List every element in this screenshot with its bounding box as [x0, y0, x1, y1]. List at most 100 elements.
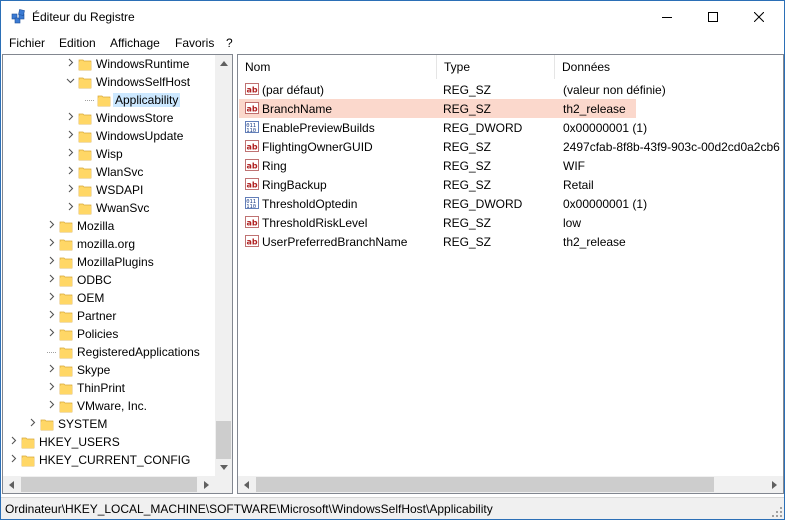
folder-icon [59, 363, 73, 377]
value-row[interactable]: ab RingBackup REG_SZ Retail [239, 175, 779, 194]
tree-hscroll-thumb[interactable] [21, 477, 197, 492]
expand-chevron-icon[interactable] [46, 382, 56, 394]
expand-chevron-icon[interactable] [65, 166, 75, 178]
menu-affichage[interactable]: Affichage [110, 36, 160, 50]
value-name-cell: RingBackup [262, 178, 327, 192]
folder-icon [59, 219, 73, 233]
tree-vscroll-thumb[interactable] [216, 421, 231, 459]
folder-icon [21, 453, 35, 467]
expand-chevron-icon[interactable] [46, 274, 56, 286]
value-row[interactable]: 011 110 ThresholdOptedin REG_DWORD 0x0000000… [239, 194, 779, 213]
expand-chevron-icon[interactable] [46, 400, 56, 412]
title-bar[interactable]: Éditeur du Registre [1, 1, 784, 32]
expand-chevron-icon[interactable] [46, 238, 56, 250]
expand-chevron-icon[interactable] [65, 184, 75, 196]
tree-item-label: WindowsRuntime [96, 57, 190, 71]
expand-chevron-icon[interactable] [8, 454, 18, 466]
tree-item-system[interactable]: SYSTEM [3, 415, 216, 433]
tree-item-mozilla[interactable]: Mozilla [3, 217, 216, 235]
value-name-cell: FlightingOwnerGUID [262, 140, 373, 154]
values-hscroll-thumb[interactable] [256, 477, 714, 492]
minimize-button[interactable] [644, 1, 690, 32]
folder-icon [59, 399, 73, 413]
expand-chevron-icon[interactable] [65, 130, 75, 142]
value-row[interactable]: ab ThresholdRiskLevel REG_SZ low [239, 213, 779, 232]
tree-item-label: WindowsUpdate [96, 129, 184, 143]
menu-fichier[interactable]: Fichier [9, 36, 45, 50]
column-header-type[interactable]: Type [437, 55, 555, 79]
scroll-right-arrow-icon[interactable] [198, 476, 215, 493]
menu-favoris[interactable]: Favoris [175, 36, 214, 50]
scroll-down-arrow-icon[interactable] [215, 459, 232, 476]
tree-horizontal-scrollbar[interactable] [3, 476, 215, 493]
tree-item-label: HKEY_USERS [39, 435, 120, 449]
scroll-up-arrow-icon[interactable] [215, 55, 232, 72]
folder-icon [59, 255, 73, 269]
value-row[interactable]: ab BranchName REG_SZ th2_release [239, 99, 636, 118]
value-type-cell: REG_SZ [443, 235, 492, 249]
expand-chevron-icon[interactable] [46, 364, 56, 376]
tree-item-wisp[interactable]: Wisp [3, 145, 216, 163]
tree-item-policies[interactable]: Policies [3, 325, 216, 343]
menu-help[interactable]: ? [226, 36, 233, 50]
expand-chevron-icon[interactable] [27, 418, 37, 430]
expand-chevron-icon[interactable] [65, 202, 75, 214]
maximize-button[interactable] [690, 1, 736, 32]
value-data-cell: Retail [563, 178, 594, 192]
tree-item-hkey-users[interactable]: HKEY_USERS [3, 433, 216, 451]
tree-item-hkey-current-config[interactable]: HKEY_CURRENT_CONFIG [3, 451, 216, 469]
svg-text:ab: ab [247, 219, 258, 228]
tree-item-mozillaplugins[interactable]: MozillaPlugins [3, 253, 216, 271]
value-row[interactable]: ab (par défaut) REG_SZ (valeur non définie) [239, 80, 779, 99]
tree-item-skype[interactable]: Skype [3, 361, 216, 379]
tree-item-applicability[interactable]: Applicability [3, 91, 216, 109]
svg-text:ab: ab [247, 162, 258, 171]
column-header-data[interactable]: Données [555, 55, 783, 79]
tree-item-wwansvc[interactable]: WwanSvc [3, 199, 216, 217]
expand-chevron-icon[interactable] [46, 328, 56, 340]
scroll-left-arrow-icon[interactable] [3, 476, 20, 493]
tree-item-label: mozilla.org [77, 237, 136, 251]
close-icon [754, 11, 764, 22]
value-row[interactable]: ab FlightingOwnerGUID REG_SZ 2497cfab-8f8b-… [239, 137, 780, 156]
tree-item-vmware-inc-[interactable]: VMware, Inc. [3, 397, 216, 415]
expand-chevron-icon[interactable] [46, 292, 56, 304]
tree-item-odbc[interactable]: ODBC [3, 271, 216, 289]
tree-vertical-scrollbar[interactable] [215, 55, 232, 476]
tree-item-oem[interactable]: OEM [3, 289, 216, 307]
expand-chevron-icon[interactable] [46, 256, 56, 268]
expand-chevron-icon[interactable] [46, 310, 56, 322]
close-button[interactable] [736, 1, 782, 32]
tree-item-wlansvc[interactable]: WlanSvc [3, 163, 216, 181]
value-type-cell: REG_DWORD [443, 197, 523, 211]
scroll-left-arrow-icon[interactable] [238, 476, 255, 493]
resize-grip-icon[interactable] [772, 507, 782, 517]
tree-item-label: MozillaPlugins [77, 255, 154, 269]
expand-chevron-icon[interactable] [65, 148, 75, 160]
values-horizontal-scrollbar[interactable] [238, 476, 783, 493]
tree-item-windowsstore[interactable]: WindowsStore [3, 109, 216, 127]
value-row[interactable]: 011 110 EnablePreviewBuilds REG_DWORD 0x0000… [239, 118, 779, 137]
expand-chevron-icon[interactable] [65, 58, 75, 70]
tree-item-windowsupdate[interactable]: WindowsUpdate [3, 127, 216, 145]
tree-item-wsdapi[interactable]: WSDAPI [3, 181, 216, 199]
expand-chevron-icon[interactable] [65, 112, 75, 124]
tree-item-label: WSDAPI [96, 183, 144, 197]
value-row[interactable]: ab Ring REG_SZ WIF [239, 156, 779, 175]
values-list-pane[interactable]: Nom Type Données ab (par défaut) REG_SZ (va… [237, 54, 784, 494]
menu-edition[interactable]: Edition [59, 36, 96, 50]
collapse-chevron-icon[interactable] [65, 76, 75, 88]
value-row[interactable]: ab UserPreferredBranchName REG_SZ th2_relea… [239, 232, 779, 251]
tree-item-thinprint[interactable]: ThinPrint [3, 379, 216, 397]
expand-chevron-icon[interactable] [8, 436, 18, 448]
tree-item-registeredapplications[interactable]: RegisteredApplications [3, 343, 216, 361]
tree-item-partner[interactable]: Partner [3, 307, 216, 325]
scroll-right-arrow-icon[interactable] [766, 476, 783, 493]
tree-item-mozilla-org[interactable]: mozilla.org [3, 235, 216, 253]
tree-item-windowsruntime[interactable]: WindowsRuntime [3, 55, 216, 73]
expand-chevron-icon[interactable] [46, 220, 56, 232]
tree-item-label: Wisp [96, 147, 123, 161]
key-tree-pane[interactable]: WindowsRuntime WindowsSelfHost Applicabili… [2, 54, 233, 494]
tree-item-windowsselfhost[interactable]: WindowsSelfHost [3, 73, 216, 91]
column-header-name[interactable]: Nom [238, 55, 437, 79]
